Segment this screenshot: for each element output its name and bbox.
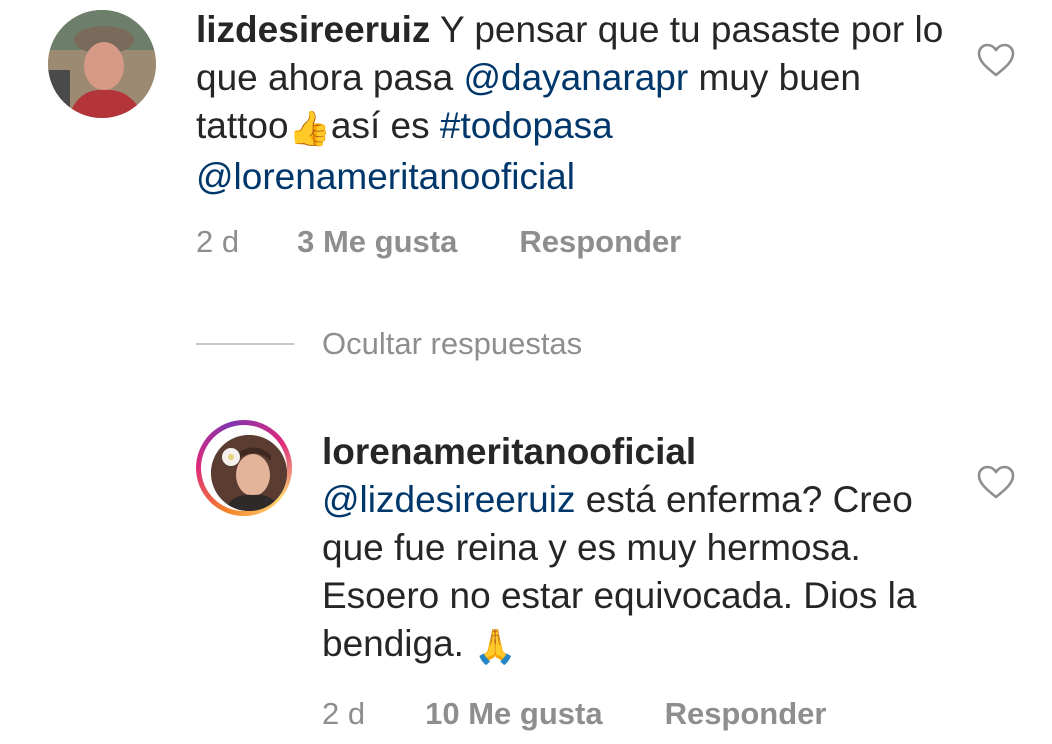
mention-link[interactable]: @lizdesireeruiz [322, 479, 575, 520]
comment-time: 2 d [196, 224, 240, 259]
thumbs-up-emoji: 👍 [288, 110, 331, 148]
heart-outline-icon[interactable] [976, 42, 1016, 78]
comment-text: lizdesireeruiz Y pensar que tu pasaste p… [196, 6, 956, 201]
folded-hands-emoji: 🙏 [474, 628, 517, 666]
hashtag-link[interactable]: #todopasa [440, 105, 613, 146]
comment-meta: 2 d 10 Me gusta Responder [322, 696, 826, 732]
comment-username[interactable]: lorenameritanooficial [322, 431, 696, 472]
comment-meta: 2 d 3 Me gusta Responder [196, 224, 681, 260]
mention-link[interactable]: @lorenameritanooficial [196, 156, 575, 197]
reply-header: lorenameritanooficial [322, 428, 696, 476]
heart-outline-icon[interactable] [976, 464, 1016, 500]
comment-text-segment: así es [330, 105, 440, 146]
story-ring[interactable] [196, 420, 292, 516]
hide-replies-label: Ocultar respuestas [322, 326, 583, 361]
comment-username[interactable]: lizdesireeruiz [196, 9, 430, 50]
reply-button[interactable]: Responder [665, 696, 827, 732]
reply-button[interactable]: Responder [519, 224, 681, 260]
comments-thread: lizdesireeruiz Y pensar que tu pasaste p… [0, 0, 1052, 744]
comment-time: 2 d [322, 696, 366, 731]
hide-replies-button[interactable]: Ocultar respuestas [196, 326, 582, 362]
likes-count-button[interactable]: 3 Me gusta [297, 224, 457, 260]
comment-text: @lizdesireeruiz está enferma? Creo que f… [322, 476, 942, 671]
avatar-lorenameritanooficial [211, 435, 287, 511]
avatar-lizdesireeruiz[interactable] [48, 10, 156, 118]
mention-link[interactable]: @dayanarapr [463, 57, 688, 98]
likes-count-button[interactable]: 10 Me gusta [425, 696, 602, 732]
divider-line [196, 343, 294, 345]
avatar-photo [211, 435, 287, 511]
avatar-photo [48, 10, 156, 118]
